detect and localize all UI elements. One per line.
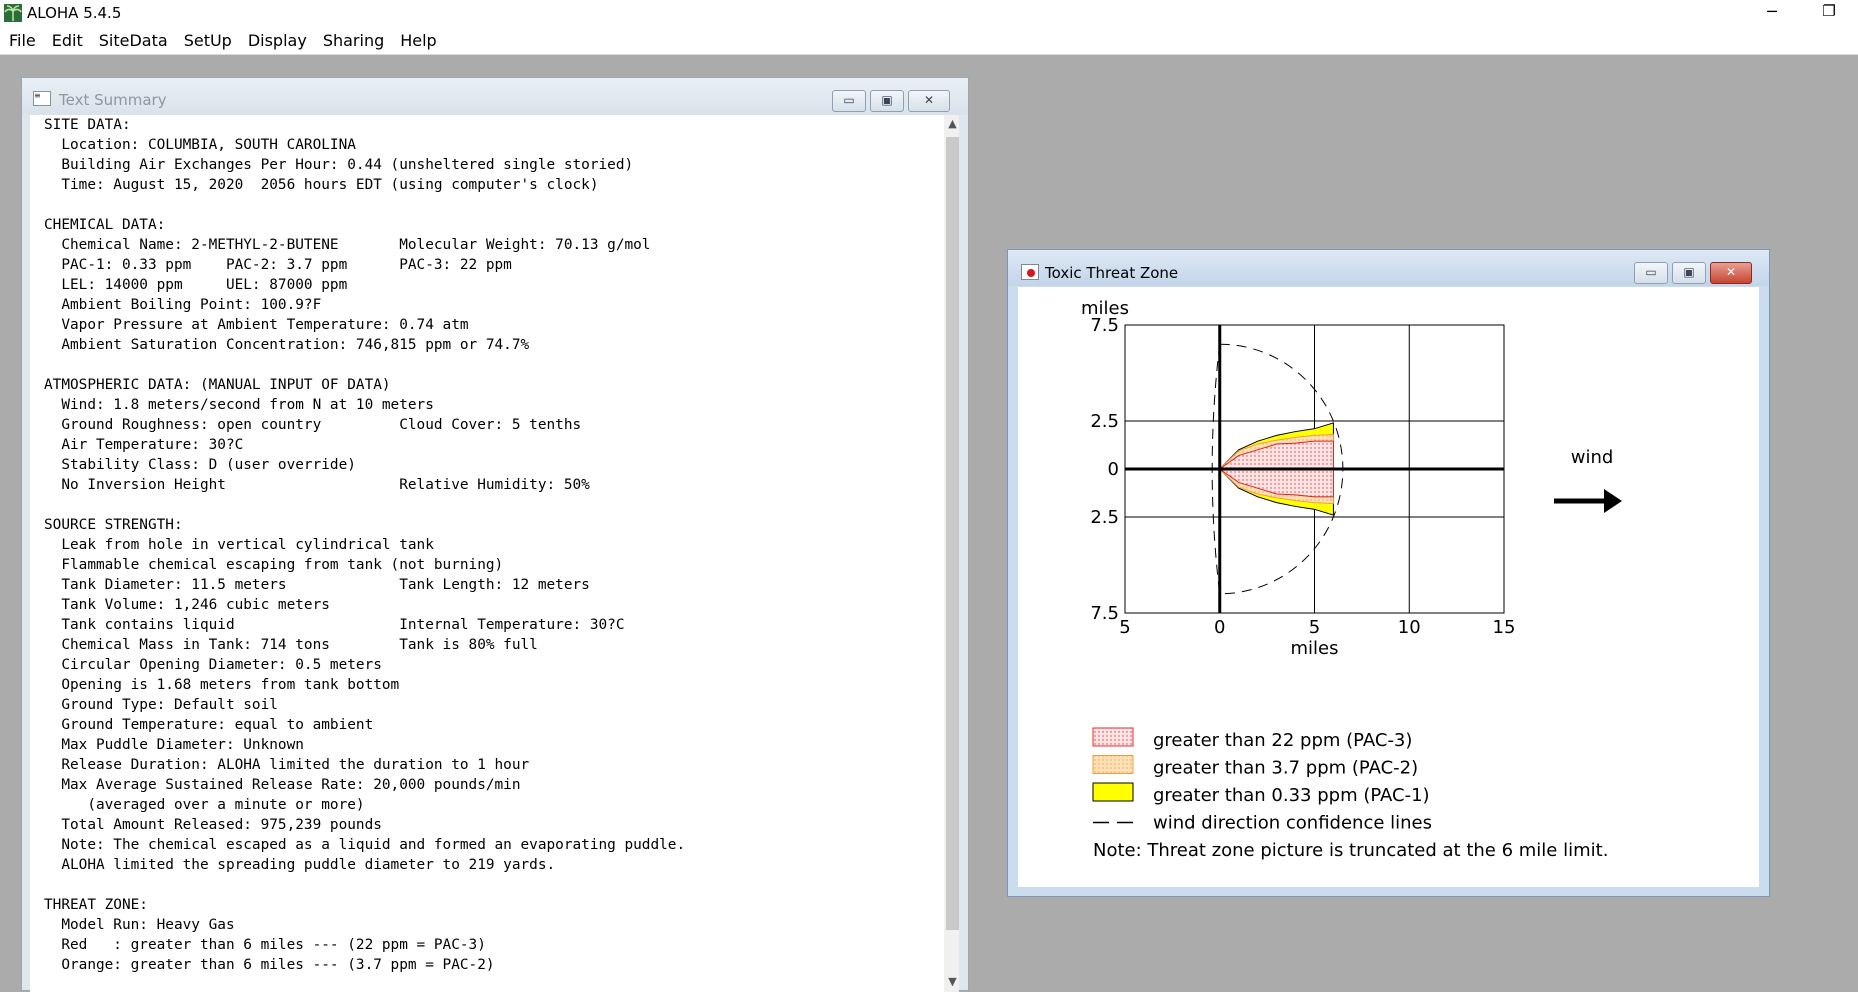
menu-sharing[interactable]: Sharing xyxy=(314,26,391,54)
vertical-scrollbar[interactable]: ▲ ▼ xyxy=(944,115,959,992)
threat-zone-window: Toxic Threat Zone ▭ ▣ ✕ 5 0 5 10 15 7.5 2.5 0 2.… xyxy=(1007,249,1770,897)
menu-setup[interactable]: SetUp xyxy=(175,26,239,54)
maximize-button[interactable]: ▣ xyxy=(1672,262,1706,284)
threat-zone-title: Toxic Threat Zone xyxy=(1045,264,1179,282)
app-title: ALOHA 5.4.5 xyxy=(27,4,122,22)
x-tick-label: 15 xyxy=(1493,617,1516,638)
text-summary-content: SITE DATA: Location: COLUMBIA, SOUTH CAR… xyxy=(44,117,686,973)
menu-help[interactable]: Help xyxy=(391,26,443,54)
x-tick-label: 5 xyxy=(1119,617,1130,638)
legend-label: greater than 22 ppm (PAC-3) xyxy=(1153,730,1412,751)
y-tick-label: 0 xyxy=(1108,459,1119,480)
close-button[interactable]: ✕ xyxy=(908,90,950,112)
threat-zone-body: 5 0 5 10 15 7.5 2.5 0 2.5 7.5 miles miles wind greate… xyxy=(1018,287,1759,887)
scroll-up-icon[interactable]: ▲ xyxy=(944,117,959,130)
menu-bar: File Edit SiteData SetUp Display Sharing… xyxy=(0,26,1858,55)
threat-zone-chart: 5 0 5 10 157.52.502.57.5milesmileswindgreate… xyxy=(1081,298,1622,861)
legend-label: wind direction confidence lines xyxy=(1153,813,1432,834)
y-tick-label: 7.5 xyxy=(1090,603,1119,624)
menu-sitedata[interactable]: SiteData xyxy=(90,26,175,54)
x-tick-label: 0 xyxy=(1214,617,1225,638)
minimize-button[interactable]: ▭ xyxy=(832,90,866,112)
scrollbar-thumb[interactable] xyxy=(946,137,959,930)
y-tick-label: 2.5 xyxy=(1090,507,1119,528)
close-button[interactable]: ✕ xyxy=(1710,262,1752,284)
text-summary-window: ≡ Text Summary ▭ ▣ ✕ SITE DATA: Location… xyxy=(21,77,969,992)
menu-edit[interactable]: Edit xyxy=(43,26,90,54)
x-tick-label: 10 xyxy=(1398,617,1421,638)
text-summary-title: Text Summary xyxy=(59,91,167,109)
menu-display[interactable]: Display xyxy=(239,26,314,54)
x-tick-label: 5 xyxy=(1309,617,1320,638)
app-title-bar: ALOHA 5.4.5 ─ ❐ xyxy=(0,0,1858,26)
restore-button[interactable]: ❐ xyxy=(1814,2,1844,24)
y-axis-label: miles xyxy=(1081,298,1129,319)
legend-label: greater than 0.33 ppm (PAC-1) xyxy=(1153,785,1430,806)
document-icon: ≡ xyxy=(33,91,51,106)
legend-swatch xyxy=(1092,727,1134,747)
maximize-button[interactable]: ▣ xyxy=(870,90,904,112)
scroll-down-icon[interactable]: ▼ xyxy=(944,975,959,988)
text-summary-titlebar[interactable]: ≡ Text Summary ▭ ▣ ✕ xyxy=(22,78,968,115)
palm-tree-icon xyxy=(4,4,22,22)
wind-arrow-icon xyxy=(1604,489,1622,513)
menu-file[interactable]: File xyxy=(0,26,43,54)
legend-label: greater than 3.7 ppm (PAC-2) xyxy=(1153,758,1418,779)
threat-zone-titlebar[interactable]: Toxic Threat Zone ▭ ▣ ✕ xyxy=(1008,250,1769,286)
legend-swatch xyxy=(1092,782,1134,802)
x-axis-label: miles xyxy=(1291,638,1339,659)
minimize-button[interactable]: ▭ xyxy=(1634,262,1668,284)
threat-zone-icon xyxy=(1021,264,1039,280)
threat-zone-note: Note: Threat zone picture is truncated a… xyxy=(1093,840,1608,861)
minimize-button[interactable]: ─ xyxy=(1760,2,1784,24)
text-summary-body[interactable]: SITE DATA: Location: COLUMBIA, SOUTH CAR… xyxy=(30,115,959,992)
y-tick-label: 2.5 xyxy=(1090,411,1119,432)
legend-swatch xyxy=(1092,755,1134,774)
wind-label: wind xyxy=(1571,447,1614,468)
